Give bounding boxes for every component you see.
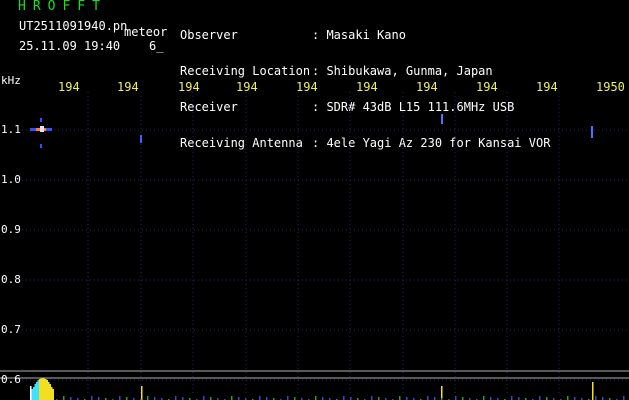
x-tick-label: 194 (117, 80, 139, 94)
amplitude-spike (63, 396, 65, 400)
amplitude-spike (455, 396, 457, 400)
amplitude-spike (49, 384, 51, 400)
amplitude-spike (39, 379, 41, 400)
spectrogram-plot (0, 92, 629, 400)
amplitude-spike (371, 396, 373, 400)
x-tick-label: 194 (178, 80, 200, 94)
amplitude-spike (203, 396, 205, 400)
meteor-echo-trace (40, 118, 42, 122)
y-tick-label: 1.0 (1, 173, 21, 186)
amplitude-spike (483, 396, 485, 400)
y-unit-label: kHz (1, 74, 21, 87)
amplitude-spike (399, 396, 401, 400)
amplitude-spike (315, 396, 317, 400)
amplitude-spike (287, 396, 289, 400)
y-tick-label: 0.6 (1, 373, 21, 386)
x-tick-label: 194 (416, 80, 438, 94)
x-tick-label: 194 (476, 80, 498, 94)
y-tick-label: 0.7 (1, 323, 21, 336)
amplitude-spike (175, 396, 177, 400)
x-tick-label: 1950 (596, 80, 625, 94)
baseline-lines (0, 370, 629, 379)
amplitude-spike (119, 396, 121, 400)
y-tick-label: 0.9 (1, 223, 21, 236)
grid-lines (22, 92, 629, 396)
amplitude-spike (567, 396, 569, 400)
signal-marks (30, 114, 625, 400)
amplitude-spike (427, 396, 429, 400)
amplitude-spike (539, 396, 541, 400)
x-tick-label: 194 (58, 80, 80, 94)
signal-trace (591, 126, 593, 138)
amplitude-spike (511, 396, 513, 400)
amplitude-spike (45, 379, 47, 400)
amplitude-spike (147, 396, 149, 400)
amplitude-spike (231, 396, 233, 400)
amplitude-spike (441, 386, 443, 400)
meteor-echo-peak (40, 126, 44, 132)
amplitude-spike (37, 380, 39, 400)
amplitude-spike (30, 386, 32, 400)
amplitude-spike (43, 378, 45, 400)
amplitude-spike (343, 396, 345, 400)
amplitude-spike (623, 396, 625, 400)
amplitude-spike (259, 396, 261, 400)
amplitude-spike (91, 396, 93, 400)
signal-trace (441, 114, 443, 124)
y-tick-label: 0.8 (1, 273, 21, 286)
meteor-echo-trace (40, 144, 42, 148)
amplitude-spike (52, 389, 54, 400)
amplitude-spike (42, 378, 44, 400)
amplitude-spike (46, 380, 48, 400)
amplitude-spike (592, 382, 594, 400)
amplitude-spike (36, 382, 38, 400)
amplitude-spike (40, 378, 42, 400)
x-tick-label: 194 (536, 80, 558, 94)
amplitude-spike (33, 387, 35, 400)
y-tick-label: 1.1 (1, 123, 21, 136)
x-tick-label: 194 (236, 80, 258, 94)
amplitude-spike (51, 387, 53, 400)
amplitude-spike (48, 382, 50, 400)
x-tick-label: 194 (356, 80, 378, 94)
x-tick-label: 194 (296, 80, 318, 94)
amplitude-spike (141, 386, 143, 400)
signal-trace (140, 135, 142, 143)
amplitude-spike (595, 396, 597, 400)
amplitude-spike (34, 384, 36, 400)
amplitude-spike (31, 389, 33, 400)
